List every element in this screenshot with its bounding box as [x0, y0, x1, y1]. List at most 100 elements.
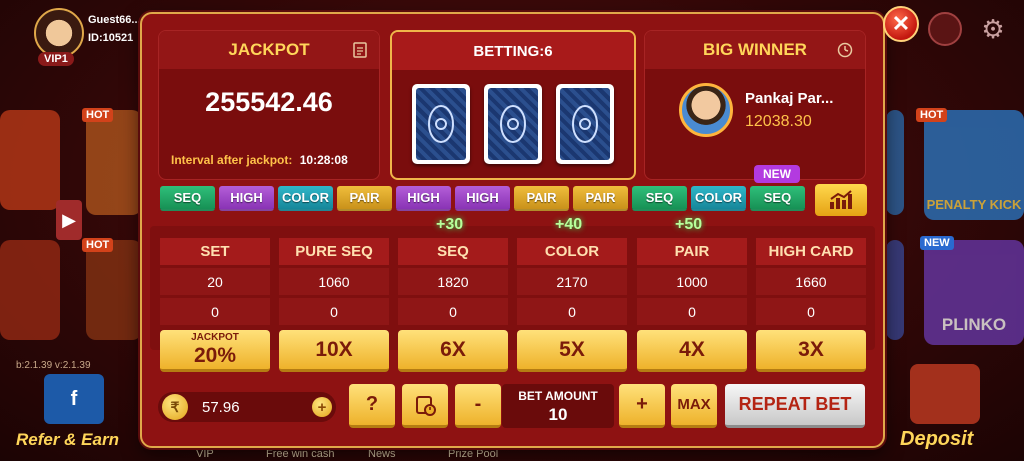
bet-column-pure-seq[interactable]: PURE SEQ 1060 0	[279, 238, 389, 328]
hot-tag: HOT	[82, 238, 114, 252]
bet-column-set[interactable]: SET 20 0	[160, 238, 270, 328]
vip-badge: VIP1	[38, 52, 74, 66]
multiplier-button[interactable]: 6X	[398, 330, 508, 372]
deposit-label[interactable]: Deposit	[900, 428, 973, 451]
bet-column-seq[interactable]: SEQ 1820 0	[398, 238, 508, 328]
history-chip-color: COLOR	[278, 186, 333, 211]
refer-earn-label[interactable]: Refer & Earn	[16, 430, 119, 450]
multiplier-button[interactable]: 3X	[756, 330, 866, 372]
jackpot-value: 255542.46	[205, 87, 333, 117]
nav-vip[interactable]: VIP	[196, 448, 214, 460]
multiplier-button[interactable]: 5X	[517, 330, 627, 372]
big-winner-title: BIG WINNER	[703, 40, 807, 59]
add-balance-icon[interactable]: +	[312, 397, 332, 417]
bonus-indicator: +40	[555, 216, 583, 233]
nav-news[interactable]: News	[368, 448, 396, 460]
bonus-indicator: +30	[436, 216, 464, 233]
bet-column-title: COLOR	[517, 238, 627, 265]
help-button[interactable]: ?	[349, 384, 395, 428]
winner-name: Pankaj Par...	[745, 89, 834, 107]
history-chip-color: COLOR	[691, 186, 746, 211]
refer-box-icon[interactable]: f	[44, 374, 104, 424]
bet-total: 1000	[637, 268, 747, 295]
jackpot-interval: Interval after jackpot: 10:28:08	[171, 153, 348, 167]
nav-free-win-cash[interactable]: Free win cash	[266, 448, 334, 460]
card-back	[556, 84, 614, 164]
betting-title: BETTING:6	[473, 42, 553, 60]
bet-column-title: PAIR	[637, 238, 747, 265]
history-chip-pair: PAIR	[337, 186, 392, 211]
history-chip-high: HIGH	[396, 186, 451, 211]
lobby-game-card[interactable]	[86, 240, 142, 340]
lobby-username: Guest66...	[88, 14, 141, 26]
bet-column-high-card[interactable]: HIGH CARD 1660 0	[756, 238, 866, 328]
jackpot-bet-button[interactable]: JACKPOT 20%	[160, 330, 270, 372]
lobby-game-card[interactable]	[86, 110, 142, 215]
lobby-game-card[interactable]	[0, 240, 60, 340]
bet-total: 1660	[756, 268, 866, 295]
winner-avatar	[679, 83, 733, 137]
bet-mine: 0	[637, 298, 747, 325]
bet-total: 1820	[398, 268, 508, 295]
increase-bet-button[interactable]: +	[619, 384, 665, 428]
bar-chart-icon	[830, 190, 852, 209]
card-back	[484, 84, 542, 164]
trend-chart-button[interactable]	[815, 184, 867, 216]
history-chip-pair: PAIR	[573, 186, 628, 211]
bet-total: 2170	[517, 268, 627, 295]
bet-amount-display: BET AMOUNT 10	[502, 384, 614, 428]
bet-amount-label: BET AMOUNT	[518, 389, 598, 403]
jackpot-title: JACKPOT	[228, 40, 310, 59]
big-winner-panel: BIG WINNER Pankaj Par... 12038.30	[644, 30, 866, 180]
hot-tag: HOT	[916, 108, 948, 122]
penalty-kick-label: PENALTY KICK	[926, 197, 1022, 212]
history-chip-pair: PAIR	[514, 186, 569, 211]
multiplier-button[interactable]: 4X	[637, 330, 747, 372]
bet-column-pair[interactable]: PAIR 1000 0	[637, 238, 747, 328]
big-winner-header: BIG WINNER	[645, 31, 865, 69]
plinko-card[interactable]: PLINKO	[924, 240, 1024, 345]
history-chip-seq: SEQ	[750, 186, 805, 211]
lobby-game-card[interactable]	[886, 110, 904, 215]
expand-arrow-icon[interactable]: ▶	[56, 200, 82, 240]
history-button[interactable]	[402, 384, 448, 428]
new-result-tag: NEW	[754, 165, 800, 183]
deposit-safe-icon[interactable]	[910, 364, 980, 424]
close-button[interactable]: ✕	[883, 6, 919, 42]
result-history: SEQ HIGH COLOR PAIR HIGH HIGH PAIR PAIR SEQ COLOR…	[160, 186, 805, 211]
lobby-game-card[interactable]	[0, 110, 60, 210]
document-icon[interactable]	[353, 42, 367, 63]
jackpot-header: JACKPOT	[159, 31, 379, 69]
bet-column-title: HIGH CARD	[756, 238, 866, 265]
max-bet-button[interactable]: MAX	[671, 384, 717, 428]
rupee-coin-icon: ₹	[162, 394, 188, 420]
bet-column-title: SET	[160, 238, 270, 265]
bet-mine: 0	[279, 298, 389, 325]
winner-row: Pankaj Par... 12038.30	[645, 69, 865, 137]
penalty-kick-card[interactable]: PENALTY KICK	[924, 110, 1024, 220]
bet-total: 20	[160, 268, 270, 295]
gear-icon[interactable]: ⚙	[976, 12, 1010, 46]
history-chip-seq: SEQ	[632, 186, 687, 211]
clock-icon[interactable]	[837, 42, 853, 63]
bet-mine: 0	[160, 298, 270, 325]
history-chip-high: HIGH	[455, 186, 510, 211]
bet-column-color[interactable]: COLOR 2170 0	[517, 238, 627, 328]
history-chip-high: HIGH	[219, 186, 274, 211]
bet-mine: 0	[756, 298, 866, 325]
new-tag-lobby: NEW	[920, 236, 954, 250]
decrease-bet-button[interactable]: -	[455, 384, 501, 428]
bet-amount-value: 10	[548, 405, 568, 424]
jackpot-interval-label: Interval after jackpot:	[171, 153, 293, 167]
multiplier-button[interactable]: 10X	[279, 330, 389, 372]
betting-panel: BETTING:6	[390, 30, 636, 180]
winner-amount: 12038.30	[745, 112, 812, 130]
bet-total: 1060	[279, 268, 389, 295]
hot-tag: HOT	[82, 108, 114, 122]
nav-prize-pool[interactable]: Prize Pool	[448, 448, 498, 460]
support-icon[interactable]	[928, 12, 962, 46]
repeat-bet-button[interactable]: REPEAT BET	[725, 384, 865, 428]
jackpot-panel: JACKPOT 255542.46 Interval after jackpot…	[158, 30, 380, 180]
lobby-game-card[interactable]	[886, 240, 904, 340]
vip-avatar[interactable]	[34, 8, 84, 58]
